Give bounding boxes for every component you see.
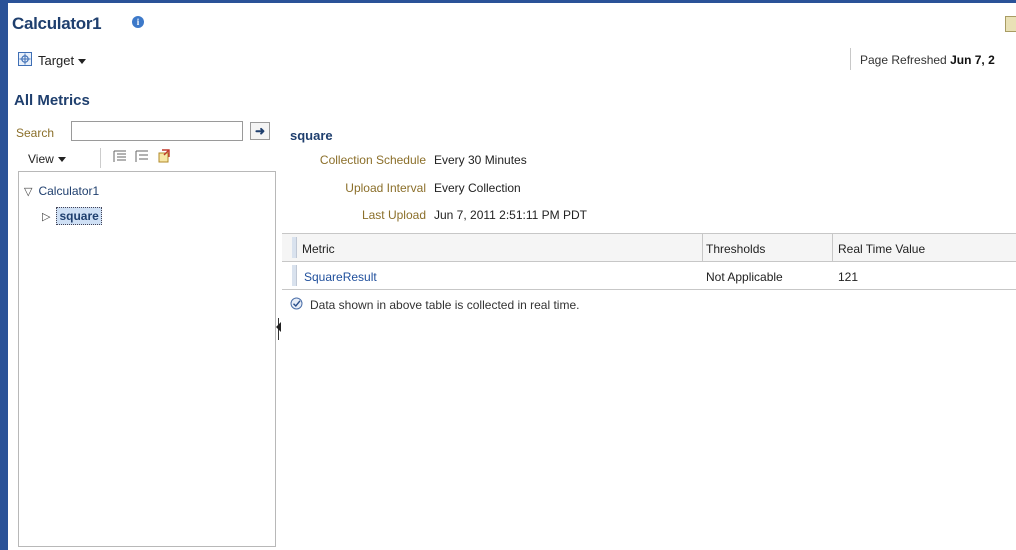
expanded-triangle-icon[interactable]: ▽ bbox=[24, 186, 32, 198]
column-divider bbox=[832, 234, 833, 261]
upload-interval-label: Upload Interval bbox=[345, 181, 426, 195]
refresh-label: Page Refreshed bbox=[860, 53, 947, 67]
chevron-down-icon bbox=[78, 59, 87, 65]
toolbar-divider bbox=[100, 148, 101, 168]
collection-schedule-label: Collection Schedule bbox=[319, 153, 426, 167]
page-title: Calculator1 bbox=[12, 14, 102, 33]
search-input[interactable] bbox=[71, 121, 243, 141]
column-header-metric[interactable]: Metric bbox=[302, 242, 335, 256]
target-menu-button[interactable]: Target bbox=[38, 53, 87, 68]
table-row[interactable]: SquareResult Not Applicable 121 bbox=[282, 262, 1016, 290]
last-upload-label: Last Upload bbox=[361, 208, 426, 222]
tree-node-label: square bbox=[56, 207, 102, 225]
real-time-value-cell: 121 bbox=[838, 270, 859, 284]
top-window-border bbox=[0, 0, 1016, 3]
thresholds-cell: Not Applicable bbox=[706, 270, 783, 284]
tree-node-square[interactable]: ▷ square bbox=[42, 207, 102, 225]
info-icon[interactable]: i bbox=[132, 16, 144, 28]
tree-node-calculator1[interactable]: ▽ Calculator1 bbox=[24, 184, 99, 198]
expand-all-icon[interactable] bbox=[112, 148, 128, 164]
collapsed-triangle-icon[interactable]: ▷ bbox=[42, 211, 50, 223]
last-upload-value: Jun 7, 2011 2:51:11 PM PDT bbox=[434, 208, 587, 222]
view-menu-label: View bbox=[28, 152, 54, 166]
arrow-right-icon: ➜ bbox=[254, 124, 266, 138]
view-menu-button[interactable]: View bbox=[28, 152, 66, 166]
metric-title: square bbox=[290, 128, 333, 143]
target-menu-label: Target bbox=[38, 53, 75, 68]
collapse-left-arrow-icon[interactable] bbox=[276, 322, 281, 332]
detach-icon[interactable] bbox=[156, 148, 172, 164]
search-label: Search bbox=[16, 126, 55, 140]
table-header-row: Metric Thresholds Real Time Value bbox=[282, 233, 1016, 262]
checkmark-circle-icon bbox=[290, 297, 303, 310]
realtime-note: Data shown in above table is collected i… bbox=[310, 298, 580, 312]
left-window-border bbox=[0, 0, 8, 550]
row-selector[interactable] bbox=[292, 265, 297, 286]
upload-interval-value: Every Collection bbox=[434, 181, 521, 195]
refresh-value: Jun 7, 2 bbox=[950, 53, 995, 67]
page-refreshed-status: Page Refreshed Jun 7, 2 bbox=[860, 53, 995, 67]
row-selector bbox=[292, 237, 297, 258]
section-title: All Metrics bbox=[14, 92, 90, 109]
search-go-button[interactable]: ➜ bbox=[250, 122, 270, 140]
page-menu-icon[interactable] bbox=[1005, 16, 1016, 32]
collapse-all-icon[interactable] bbox=[134, 148, 150, 164]
tree-node-label: Calculator1 bbox=[38, 184, 100, 198]
metrics-tree-panel bbox=[18, 171, 276, 547]
column-header-thresholds[interactable]: Thresholds bbox=[706, 242, 765, 256]
header-divider bbox=[850, 48, 851, 70]
collection-schedule-value: Every 30 Minutes bbox=[434, 153, 527, 167]
metric-link-squareresult[interactable]: SquareResult bbox=[304, 270, 377, 284]
column-divider bbox=[702, 234, 703, 261]
target-icon[interactable] bbox=[18, 52, 32, 66]
column-header-real-time-value[interactable]: Real Time Value bbox=[838, 242, 925, 256]
chevron-down-icon bbox=[57, 157, 66, 163]
